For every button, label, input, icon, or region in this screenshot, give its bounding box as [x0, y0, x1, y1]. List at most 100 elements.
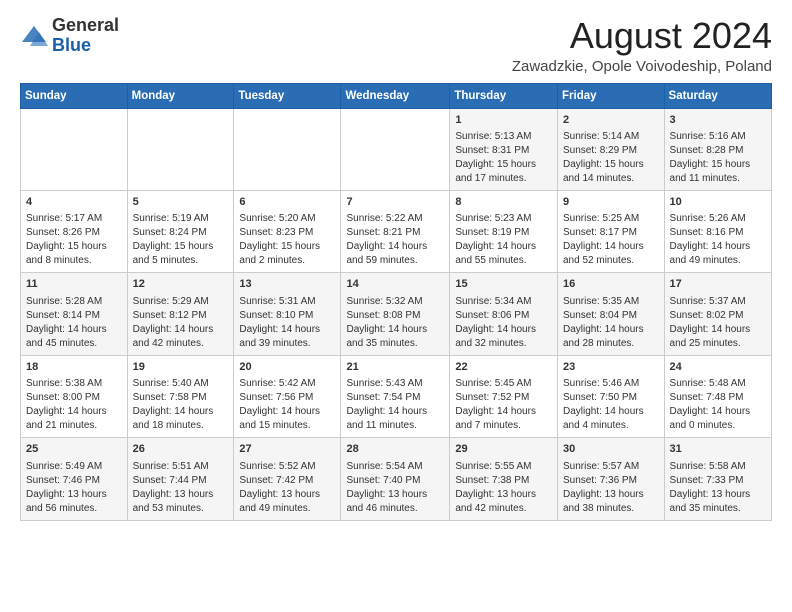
- day-info-line: Sunset: 7:48 PM: [670, 391, 766, 405]
- day-number: 16: [563, 277, 659, 292]
- calendar-cell: 10Sunrise: 5:26 AMSunset: 8:16 PMDayligh…: [664, 190, 771, 272]
- day-info-line: Sunrise: 5:25 AM: [563, 212, 659, 226]
- calendar-cell: 12Sunrise: 5:29 AMSunset: 8:12 PMDayligh…: [127, 273, 234, 355]
- day-info-line: Sunrise: 5:45 AM: [455, 377, 552, 391]
- calendar-cell: [127, 108, 234, 190]
- day-info-line: Sunset: 8:23 PM: [239, 226, 335, 240]
- day-info-line: Sunset: 7:44 PM: [133, 474, 229, 488]
- calendar-week-row: 18Sunrise: 5:38 AMSunset: 8:00 PMDayligh…: [21, 355, 772, 437]
- day-info-line: Sunrise: 5:32 AM: [346, 295, 444, 309]
- day-number: 15: [455, 277, 552, 292]
- calendar-cell: [341, 108, 450, 190]
- calendar-cell: 28Sunrise: 5:54 AMSunset: 7:40 PMDayligh…: [341, 438, 450, 520]
- calendar-cell: [234, 108, 341, 190]
- day-info-line: and 0 minutes.: [670, 419, 766, 433]
- calendar-cell: 11Sunrise: 5:28 AMSunset: 8:14 PMDayligh…: [21, 273, 128, 355]
- day-number: 11: [26, 277, 122, 292]
- day-info-line: Sunset: 8:12 PM: [133, 309, 229, 323]
- day-info-line: Sunrise: 5:34 AM: [455, 295, 552, 309]
- calendar-week-row: 1Sunrise: 5:13 AMSunset: 8:31 PMDaylight…: [21, 108, 772, 190]
- day-info-line: Sunset: 7:54 PM: [346, 391, 444, 405]
- day-info-line: Sunrise: 5:52 AM: [239, 460, 335, 474]
- day-info-line: Sunrise: 5:28 AM: [26, 295, 122, 309]
- day-info-line: Sunset: 7:36 PM: [563, 474, 659, 488]
- day-info-line: Daylight: 14 hours: [670, 405, 766, 419]
- day-info-line: Sunset: 8:17 PM: [563, 226, 659, 240]
- day-info-line: Sunset: 8:28 PM: [670, 144, 766, 158]
- calendar-cell: 4Sunrise: 5:17 AMSunset: 8:26 PMDaylight…: [21, 190, 128, 272]
- day-info-line: and 49 minutes.: [670, 254, 766, 268]
- day-info-line: Daylight: 14 hours: [26, 323, 122, 337]
- day-info-line: Daylight: 13 hours: [563, 488, 659, 502]
- day-number: 7: [346, 195, 444, 210]
- day-info-line: Sunrise: 5:51 AM: [133, 460, 229, 474]
- day-info-line: Sunrise: 5:48 AM: [670, 377, 766, 391]
- calendar-cell: 14Sunrise: 5:32 AMSunset: 8:08 PMDayligh…: [341, 273, 450, 355]
- day-info-line: Sunrise: 5:37 AM: [670, 295, 766, 309]
- calendar-cell: 27Sunrise: 5:52 AMSunset: 7:42 PMDayligh…: [234, 438, 341, 520]
- day-info-line: and 45 minutes.: [26, 337, 122, 351]
- day-info-line: and 28 minutes.: [563, 337, 659, 351]
- day-info-line: Daylight: 14 hours: [455, 323, 552, 337]
- day-info-line: and 52 minutes.: [563, 254, 659, 268]
- calendar-cell: 23 Sunrise: 5:46 AMSunset: 7:50 PMDayligh…: [558, 355, 665, 437]
- day-info-line: and 2 minutes.: [239, 254, 335, 268]
- day-number: 3: [670, 113, 766, 128]
- day-info-line: Daylight: 13 hours: [239, 488, 335, 502]
- calendar-cell: 13Sunrise: 5:31 AMSunset: 8:10 PMDayligh…: [234, 273, 341, 355]
- day-number: 19: [133, 360, 229, 375]
- day-info-line: Sunset: 7:46 PM: [26, 474, 122, 488]
- day-number: 24: [670, 360, 766, 375]
- day-info-line: Sunrise: 5:54 AM: [346, 460, 444, 474]
- calendar-cell: 20Sunrise: 5:42 AMSunset: 7:56 PMDayligh…: [234, 355, 341, 437]
- calendar-cell: 29Sunrise: 5:55 AMSunset: 7:38 PMDayligh…: [450, 438, 558, 520]
- day-info-line: Sunrise: 5:19 AM: [133, 212, 229, 226]
- calendar-cell: 8Sunrise: 5:23 AMSunset: 8:19 PMDaylight…: [450, 190, 558, 272]
- calendar-cell: 30Sunrise: 5:57 AMSunset: 7:36 PMDayligh…: [558, 438, 665, 520]
- calendar-table: SundayMondayTuesdayWednesdayThursdayFrid…: [20, 83, 772, 521]
- calendar-cell: 15Sunrise: 5:34 AMSunset: 8:06 PMDayligh…: [450, 273, 558, 355]
- day-number: 5: [133, 195, 229, 210]
- day-info-line: Sunset: 8:19 PM: [455, 226, 552, 240]
- day-info-line: and 35 minutes.: [670, 502, 766, 516]
- day-number: 2: [563, 113, 659, 128]
- day-info-line: Daylight: 14 hours: [133, 323, 229, 337]
- day-number: 10: [670, 195, 766, 210]
- day-info-line: Daylight: 13 hours: [455, 488, 552, 502]
- day-number: 29: [455, 442, 552, 457]
- day-number: 20: [239, 360, 335, 375]
- day-info-line: Daylight: 14 hours: [563, 240, 659, 254]
- day-info-line: Daylight: 14 hours: [563, 405, 659, 419]
- day-info-line: and 18 minutes.: [133, 419, 229, 433]
- day-info-line: Sunset: 8:29 PM: [563, 144, 659, 158]
- day-info-line: Sunrise: 5:17 AM: [26, 212, 122, 226]
- day-info-line: Sunrise: 5:31 AM: [239, 295, 335, 309]
- day-info-line: Sunset: 7:50 PM: [563, 391, 659, 405]
- day-info-line: Daylight: 15 hours: [239, 240, 335, 254]
- day-number: 12: [133, 277, 229, 292]
- day-info-line: and 11 minutes.: [670, 172, 766, 186]
- day-info-line: Sunrise: 5:57 AM: [563, 460, 659, 474]
- day-info-line: Sunset: 8:00 PM: [26, 391, 122, 405]
- day-info-line: and 7 minutes.: [455, 419, 552, 433]
- calendar-cell: [21, 108, 128, 190]
- day-info-line: Sunrise: 5:55 AM: [455, 460, 552, 474]
- day-info-line: Sunrise: 5:14 AM: [563, 130, 659, 144]
- calendar-cell: 3Sunrise: 5:16 AMSunset: 8:28 PMDaylight…: [664, 108, 771, 190]
- day-info-line: and 25 minutes.: [670, 337, 766, 351]
- day-number: 1: [455, 113, 552, 128]
- day-info-line: Sunrise: 5:22 AM: [346, 212, 444, 226]
- day-number: 14: [346, 277, 444, 292]
- day-info-line: Sunrise: 5:58 AM: [670, 460, 766, 474]
- day-number: 23: [563, 360, 659, 375]
- calendar-week-row: 11Sunrise: 5:28 AMSunset: 8:14 PMDayligh…: [21, 273, 772, 355]
- day-info-line: Daylight: 14 hours: [346, 405, 444, 419]
- day-number: 13: [239, 277, 335, 292]
- weekday-header-wednesday: Wednesday: [341, 83, 450, 108]
- calendar-cell: 9Sunrise: 5:25 AMSunset: 8:17 PMDaylight…: [558, 190, 665, 272]
- day-number: 22: [455, 360, 552, 375]
- weekday-header-saturday: Saturday: [664, 83, 771, 108]
- day-info-line: Sunrise: 5:46 AM: [563, 377, 659, 391]
- day-info-line: and 5 minutes.: [133, 254, 229, 268]
- day-info-line: Daylight: 14 hours: [670, 240, 766, 254]
